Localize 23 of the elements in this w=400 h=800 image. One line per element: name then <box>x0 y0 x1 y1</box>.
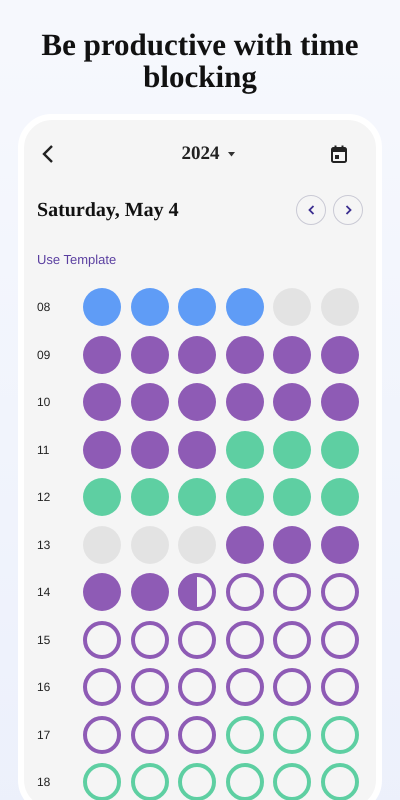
caret-icon[interactable] <box>228 152 234 156</box>
previous-day-button[interactable] <box>296 195 326 225</box>
back-icon[interactable] <box>41 144 55 164</box>
hour-label: 11 <box>37 442 50 458</box>
date-title: Saturday, May 4 <box>37 198 179 223</box>
hour-label: 08 <box>37 299 52 316</box>
hour-label: 12 <box>37 489 52 506</box>
calendar-icon[interactable] <box>331 145 347 163</box>
hour-label: 14 <box>37 584 52 601</box>
hour-label: 10 <box>37 394 52 411</box>
hour-label: 13 <box>37 536 52 554</box>
time-slot-circle[interactable] <box>178 573 216 611</box>
headline: Be productive with time blocking <box>40 26 360 93</box>
hour-label: 16 <box>37 679 52 696</box>
use-template-link[interactable]: Use Template <box>37 252 116 267</box>
chevron-right-icon <box>344 205 352 215</box>
chevron-left-icon <box>308 205 314 215</box>
year-selector[interactable]: 2024 <box>182 140 220 168</box>
hour-label: 09 <box>37 346 52 364</box>
hour-label: 15 <box>37 632 52 648</box>
hour-label: 18 <box>37 774 52 791</box>
next-day-button[interactable] <box>333 195 363 225</box>
hour-label: 17 <box>37 726 52 744</box>
